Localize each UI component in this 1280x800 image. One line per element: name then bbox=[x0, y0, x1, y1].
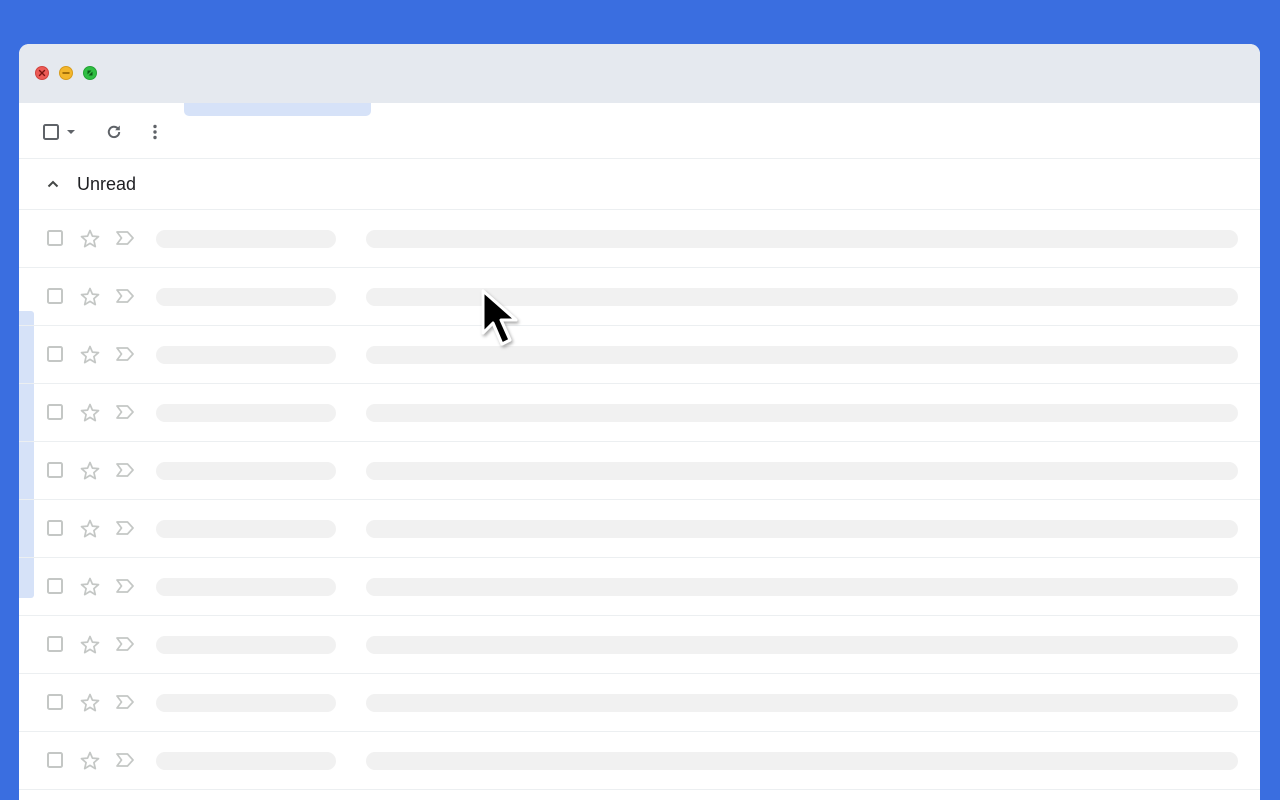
checkbox-icon bbox=[43, 124, 59, 140]
sender-placeholder bbox=[156, 288, 336, 306]
checkbox-icon[interactable] bbox=[46, 751, 64, 769]
email-row[interactable] bbox=[19, 500, 1260, 558]
star-outline-icon[interactable] bbox=[79, 692, 101, 714]
app-window: Unread bbox=[19, 44, 1260, 800]
refresh-button[interactable] bbox=[104, 122, 124, 142]
title-bar bbox=[19, 44, 1260, 103]
email-list bbox=[19, 210, 1260, 790]
subject-placeholder bbox=[366, 230, 1238, 248]
important-outline-icon[interactable] bbox=[115, 578, 135, 594]
more-options-button[interactable] bbox=[145, 122, 165, 142]
subject-placeholder bbox=[366, 694, 1238, 712]
unread-section-header: Unread bbox=[19, 159, 1260, 210]
maximize-icon[interactable] bbox=[83, 66, 97, 80]
section-title[interactable]: Unread bbox=[77, 173, 136, 195]
checkbox-icon[interactable] bbox=[46, 229, 64, 247]
select-dropdown-button[interactable] bbox=[65, 122, 77, 142]
star-outline-icon[interactable] bbox=[79, 460, 101, 482]
more-vertical-icon bbox=[153, 124, 157, 140]
sender-placeholder bbox=[156, 462, 336, 480]
checkbox-icon[interactable] bbox=[46, 403, 64, 421]
email-row[interactable] bbox=[19, 732, 1260, 790]
subject-placeholder bbox=[366, 578, 1238, 596]
sender-placeholder bbox=[156, 520, 336, 538]
email-row[interactable] bbox=[19, 384, 1260, 442]
email-row[interactable] bbox=[19, 268, 1260, 326]
arrow-cursor-icon bbox=[481, 289, 518, 346]
subject-placeholder bbox=[366, 752, 1238, 770]
select-all-checkbox[interactable] bbox=[41, 122, 61, 142]
star-outline-icon[interactable] bbox=[79, 402, 101, 424]
checkbox-icon[interactable] bbox=[46, 693, 64, 711]
sender-placeholder bbox=[156, 752, 336, 770]
email-row[interactable] bbox=[19, 674, 1260, 732]
sender-placeholder bbox=[156, 694, 336, 712]
refresh-icon bbox=[107, 125, 121, 139]
important-outline-icon[interactable] bbox=[115, 752, 135, 768]
email-row[interactable] bbox=[19, 616, 1260, 674]
star-outline-icon[interactable] bbox=[79, 750, 101, 772]
chevron-up-icon[interactable] bbox=[44, 175, 62, 193]
subject-placeholder bbox=[366, 520, 1238, 538]
important-outline-icon[interactable] bbox=[115, 288, 135, 304]
star-outline-icon[interactable] bbox=[79, 518, 101, 540]
minimize-icon[interactable] bbox=[59, 66, 73, 80]
email-row[interactable] bbox=[19, 326, 1260, 384]
important-outline-icon[interactable] bbox=[115, 520, 135, 536]
important-outline-icon[interactable] bbox=[115, 636, 135, 652]
caret-down-icon bbox=[67, 130, 75, 134]
subject-placeholder bbox=[366, 462, 1238, 480]
checkbox-icon[interactable] bbox=[46, 577, 64, 595]
sender-placeholder bbox=[156, 346, 336, 364]
email-row[interactable] bbox=[19, 442, 1260, 500]
checkbox-icon[interactable] bbox=[46, 461, 64, 479]
star-outline-icon[interactable] bbox=[79, 344, 101, 366]
subject-placeholder bbox=[366, 404, 1238, 422]
important-outline-icon[interactable] bbox=[115, 462, 135, 478]
checkbox-icon[interactable] bbox=[46, 345, 64, 363]
star-outline-icon[interactable] bbox=[79, 286, 101, 308]
toolbar bbox=[19, 103, 1260, 159]
checkbox-icon[interactable] bbox=[46, 287, 64, 305]
star-outline-icon[interactable] bbox=[79, 634, 101, 656]
checkbox-icon[interactable] bbox=[46, 519, 64, 537]
sender-placeholder bbox=[156, 230, 336, 248]
important-outline-icon[interactable] bbox=[115, 694, 135, 710]
email-row[interactable] bbox=[19, 210, 1260, 268]
star-outline-icon[interactable] bbox=[79, 576, 101, 598]
important-outline-icon[interactable] bbox=[115, 230, 135, 246]
sender-placeholder bbox=[156, 636, 336, 654]
checkbox-icon[interactable] bbox=[46, 635, 64, 653]
sender-placeholder bbox=[156, 404, 336, 422]
close-icon[interactable] bbox=[35, 66, 49, 80]
subject-placeholder bbox=[366, 636, 1238, 654]
star-outline-icon[interactable] bbox=[79, 228, 101, 250]
sender-placeholder bbox=[156, 578, 336, 596]
important-outline-icon[interactable] bbox=[115, 404, 135, 420]
important-outline-icon[interactable] bbox=[115, 346, 135, 362]
email-row[interactable] bbox=[19, 558, 1260, 616]
